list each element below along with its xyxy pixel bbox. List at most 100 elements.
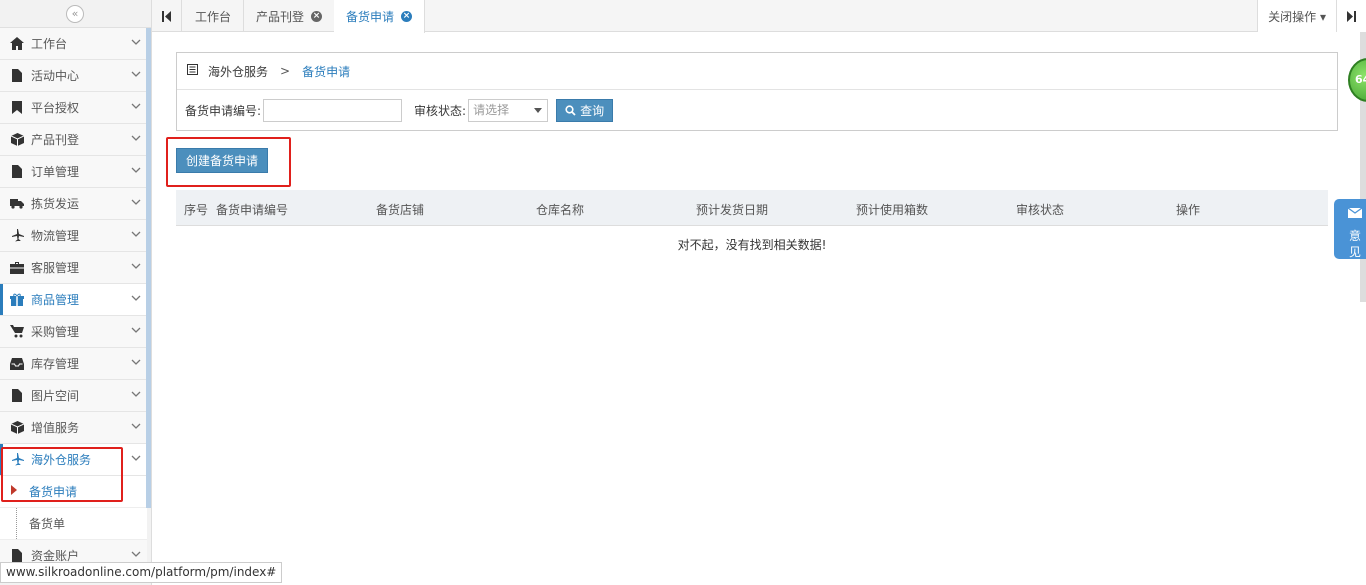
sidebar-item-logistics[interactable]: 物流管理 (0, 220, 147, 252)
breadcrumb-separator: > (280, 64, 291, 78)
double-chevron-left-icon[interactable]: « (66, 5, 84, 23)
column-header: 仓库名称 (536, 203, 585, 217)
close-icon[interactable]: × (311, 10, 323, 22)
column-header: 预计发货日期 (696, 203, 769, 217)
highlight-box (1, 447, 123, 502)
tab-label: 工作台 (195, 9, 232, 24)
file-icon (10, 69, 24, 83)
chevron-down-icon (131, 423, 141, 429)
query-button-label: 查询 (580, 103, 605, 118)
request-code-input[interactable] (263, 98, 403, 122)
inbox-icon (10, 357, 24, 371)
sidebar-collapse-row: « (0, 0, 151, 28)
sidebar-item-products[interactable]: 商品管理 (0, 284, 147, 316)
search-panel: 海外仓服务 > 备货申请 备货申请编号: 审核状态: 请选择 查询 (176, 52, 1338, 131)
status-select-value: 请选择 (473, 102, 510, 117)
search-icon (565, 104, 576, 116)
sidebar-item-label: 拣货发运 (31, 197, 80, 211)
empty-message: 对不起，没有找到相关数据! (677, 238, 827, 252)
feedback-label: 意 (1349, 229, 1362, 243)
chevron-down-icon (131, 455, 141, 461)
status-bar-url: www.silkroadonline.com/platform/pm/index… (0, 562, 283, 583)
file-icon (10, 165, 24, 179)
column-header: 序号 (184, 203, 209, 217)
column-header: 备货店铺 (376, 203, 425, 217)
chevron-down-icon (131, 39, 141, 45)
breadcrumb-parent[interactable]: 海外仓服务 (208, 63, 268, 80)
cube-icon (10, 421, 24, 435)
sidebar-item-label: 物流管理 (31, 229, 80, 243)
chevron-down-icon (131, 167, 141, 173)
chevron-down-icon (131, 263, 141, 269)
bookmark-icon (10, 101, 24, 115)
tab-scroll-first-icon[interactable] (152, 0, 182, 32)
sidebar-item-label: 平台授权 (31, 101, 80, 115)
feedback-button[interactable]: 意 见 (1334, 199, 1366, 259)
gift-icon (10, 293, 24, 307)
chevron-down-icon (131, 71, 141, 77)
sidebar-item-inventory[interactable]: 库存管理 (0, 348, 147, 380)
tab-scroll-last-icon[interactable] (1336, 0, 1366, 32)
sidebar-item-picking[interactable]: 拣货发运 (0, 188, 147, 220)
tab-label: 备货申请 (346, 10, 395, 24)
status-select[interactable]: 请选择 (468, 98, 549, 122)
column-header: 预计使用箱数 (856, 203, 929, 217)
plane-icon (10, 229, 24, 243)
notification-badge[interactable]: 64 (1348, 58, 1366, 102)
sidebar-item-orders[interactable]: 订单管理 (0, 156, 147, 188)
caret-down-icon (534, 107, 543, 113)
close-icon[interactable]: × (401, 11, 413, 22)
status-label: 审核状态: (414, 103, 467, 118)
tab-product-listing[interactable]: 产品刊登 × (244, 0, 336, 32)
chevron-down-icon (131, 551, 141, 557)
column-header: 备货申请编号 (216, 203, 289, 217)
truck-icon (10, 197, 24, 211)
tab-workbench[interactable]: 工作台 (183, 0, 245, 32)
sidebar-item-label: 增值服务 (31, 421, 80, 435)
query-button[interactable]: 查询 (556, 98, 614, 122)
sidebar-item-label: 订单管理 (31, 165, 80, 179)
chevron-down-icon (131, 391, 141, 397)
sidebar-subitem-stock-order[interactable]: 备货单 (0, 508, 147, 540)
sidebar-subitem-label: 备货单 (29, 517, 66, 531)
file-icon (10, 389, 24, 403)
close-operations-dropdown[interactable]: 关闭操作 ▾ (1257, 0, 1336, 32)
sidebar-item-images[interactable]: 图片空间 (0, 380, 147, 412)
feedback-label: 见 (1349, 245, 1362, 259)
sidebar-item-listing[interactable]: 产品刊登 (0, 124, 147, 156)
cart-icon (10, 325, 24, 339)
sidebar-item-label: 图片空间 (31, 389, 80, 403)
sidebar-item-label: 库存管理 (31, 357, 80, 371)
sidebar-item-label: 采购管理 (31, 325, 80, 339)
mail-icon (1348, 208, 1362, 218)
sidebar-item-activity[interactable]: 活动中心 (0, 60, 147, 92)
file-icon (10, 549, 24, 563)
sidebar-item-authorization[interactable]: 平台授权 (0, 92, 147, 124)
list-icon (187, 64, 198, 78)
request-code-label: 备货申请编号: (185, 103, 262, 118)
sidebar-item-label: 活动中心 (31, 69, 80, 83)
sidebar-item-purchasing[interactable]: 采购管理 (0, 316, 147, 348)
tab-label: 产品刊登 (256, 9, 305, 24)
tree-line (16, 508, 17, 539)
filter-row: 备货申请编号: 审核状态: 请选择 查询 (177, 90, 1337, 130)
sidebar-item-value-added[interactable]: 增值服务 (0, 412, 147, 444)
sidebar-item-customer-service[interactable]: 客服管理 (0, 252, 147, 284)
chevron-down-icon (131, 231, 141, 237)
sidebar-item-workbench[interactable]: 工作台 (0, 28, 147, 60)
tab-bar: 工作台 产品刊登 × 备货申请 × 关闭操作 ▾ (152, 0, 1366, 33)
home-icon (10, 37, 24, 51)
sidebar-scrollbar[interactable] (146, 28, 151, 508)
sidebar-item-label: 产品刊登 (31, 133, 80, 147)
cube-icon (10, 133, 24, 147)
highlight-box (166, 137, 291, 187)
chevron-down-icon (131, 295, 141, 301)
chevron-down-icon (131, 199, 141, 205)
sidebar-item-label: 客服管理 (31, 261, 80, 275)
column-header: 操作 (1176, 203, 1201, 217)
tab-stock-request[interactable]: 备货申请 × (334, 0, 426, 33)
breadcrumb-current: 备货申请 (302, 64, 351, 79)
sidebar-item-label: 商品管理 (31, 293, 80, 307)
chevron-down-icon (131, 327, 141, 333)
chevron-down-icon (131, 135, 141, 141)
